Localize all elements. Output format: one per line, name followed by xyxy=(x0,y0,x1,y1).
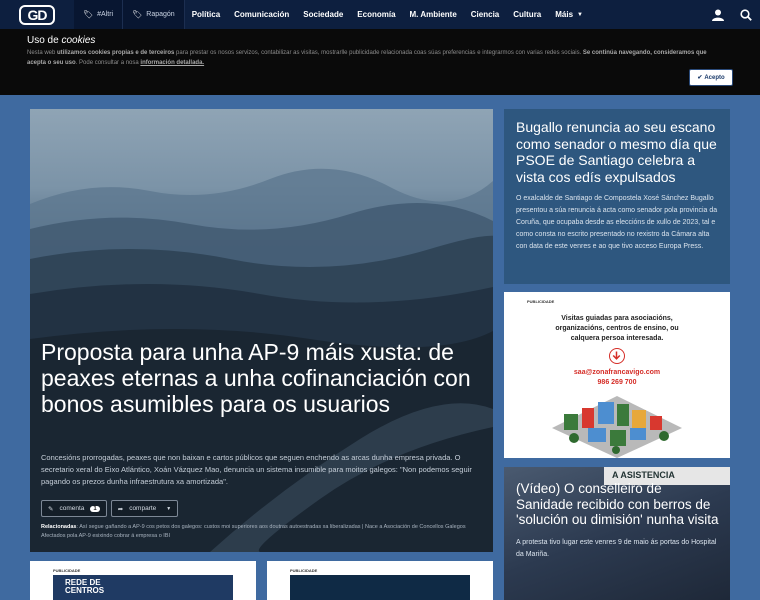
ad-label: PUBLICIDADE xyxy=(527,299,555,304)
accept-label: Acepto xyxy=(704,74,725,81)
comment-button[interactable]: ✎ comenta 1 xyxy=(41,500,107,517)
nav-comunicacion[interactable]: Comunicación xyxy=(227,0,296,29)
ad-label: PUBLICIDADE xyxy=(53,568,81,573)
ad-label: PUBLICIDADE xyxy=(290,568,318,573)
ad-bottom-center[interactable]: PUBLICIDADE xyxy=(267,561,493,600)
check-icon: ✔ xyxy=(697,75,703,81)
tag-icon: 🏷︎ xyxy=(83,10,94,19)
hero-article[interactable]: Proposta para unha AP-9 máis xusta: de p… xyxy=(30,109,493,552)
related-links[interactable]: : Así segue gañando a AP-9 cos petos dos… xyxy=(41,524,466,539)
hero-related: Relacionadas: Así segue gañando a AP-9 c… xyxy=(41,523,481,541)
cookie-title-prefix: Uso de xyxy=(27,35,62,46)
tag-rapagon[interactable]: 🏷︎ Rapagón xyxy=(123,0,185,29)
arrow-down-circle-icon xyxy=(609,348,625,364)
cookie-text: Nesta web utilizamos cookies propias e d… xyxy=(27,48,727,68)
hero-title[interactable]: Proposta para unha AP-9 máis xusta: de p… xyxy=(41,339,481,417)
comment-count: 1 xyxy=(90,505,100,512)
nav-cultura[interactable]: Cultura xyxy=(506,0,548,29)
logo-mark: GD xyxy=(19,4,55,25)
side-article-title[interactable]: (Vídeo) O conselleiro de Sanidade recibi… xyxy=(516,481,721,528)
top-nav: GD 🏷︎ #Altri 🏷︎ Rapagón Política Comunicac… xyxy=(0,0,760,29)
ad-bottom-left[interactable]: PUBLICIDADE REDE DE CENTROS xyxy=(30,561,256,600)
tag-label: Rapagón xyxy=(146,11,175,18)
user-icon[interactable] xyxy=(704,0,732,29)
nav-politica[interactable]: Política xyxy=(185,0,227,29)
cookie-title: Uso de cookies xyxy=(27,35,733,46)
cookie-banner: Uso de cookies Nesta web utilizamos cook… xyxy=(0,29,760,95)
accept-cookies-button[interactable]: ✔ Acepto xyxy=(689,69,733,86)
nav-mais-label: Máis xyxy=(555,10,574,19)
nav-ciencia[interactable]: Ciencia xyxy=(464,0,506,29)
tag-icon: 🏷︎ xyxy=(132,10,143,19)
ad-image: REDE DE CENTROS xyxy=(53,575,233,600)
nav-sociedade[interactable]: Sociedade xyxy=(296,0,350,29)
site-logo[interactable]: GD xyxy=(0,0,74,29)
tag-label: #Altri xyxy=(97,11,114,18)
side-article-text: A protesta tivo lugar este venres 9 de m… xyxy=(516,539,717,558)
hero-lead: Concesións prorrogadas, peaxes que non b… xyxy=(41,453,472,486)
cookie-title-em: cookies xyxy=(61,35,96,46)
nav-economia[interactable]: Economía xyxy=(350,0,402,29)
ad-isometric-illustration xyxy=(552,396,682,458)
search-icon[interactable] xyxy=(732,0,760,29)
side-article-sanidade[interactable]: A ASISTENCIA (Vídeo) O conselleiro de Sa… xyxy=(504,467,730,600)
ad-phone: 986 269 700 xyxy=(597,379,637,386)
side-article-bugallo[interactable]: Bugallo renuncia ao seu escano como sena… xyxy=(504,109,730,284)
caret-down-icon: ▼ xyxy=(166,505,172,512)
pencil-icon: ✎ xyxy=(48,505,54,513)
nav-mais[interactable]: Máis ▼ xyxy=(548,0,590,29)
cookie-info-link[interactable]: información detallada. xyxy=(140,60,204,66)
side-article-text: O exalcalde de Santiago de Compostela Xo… xyxy=(516,195,718,250)
ad-headline: REDE DE CENTROS xyxy=(65,579,104,595)
cookie-text-bold-1: utilizamos cookies propias e de terceiro… xyxy=(57,50,175,56)
hero-actions: ✎ comenta 1 ➦ comparte ▼ xyxy=(41,500,179,517)
ad-headline-line-2: CENTROS xyxy=(65,586,105,595)
caret-down-icon: ▼ xyxy=(577,11,583,18)
cookie-text-1: Nesta web xyxy=(27,50,58,56)
share-label: comparte xyxy=(129,505,157,512)
share-icon: ➦ xyxy=(117,505,124,513)
related-label: Relacionadas xyxy=(41,524,77,530)
ad-email: saa@zonafrancavigo.com xyxy=(573,369,661,376)
ad-text: Visitas guiadas para asociacións, organi… xyxy=(555,315,679,342)
tag-altri[interactable]: 🏷︎ #Altri xyxy=(74,0,124,29)
nav-medio-ambiente[interactable]: M. Ambiente xyxy=(403,0,464,29)
ad-zona-franca[interactable]: PUBLICIDADE Visitas guiadas para asociac… xyxy=(504,292,730,458)
cookie-text-2: para prestar os nosos servizos, contabil… xyxy=(174,50,583,56)
ad-image xyxy=(290,575,470,600)
ad-contact: saa@zonafrancavigo.com 986 269 700 xyxy=(504,368,730,388)
side-article-title[interactable]: Bugallo renuncia ao seu escano como sena… xyxy=(516,119,718,185)
cookie-text-3: . Pode consultar a nosa xyxy=(75,60,141,66)
share-button[interactable]: ➦ comparte ▼ xyxy=(110,500,179,517)
comment-label: comenta xyxy=(59,505,85,512)
